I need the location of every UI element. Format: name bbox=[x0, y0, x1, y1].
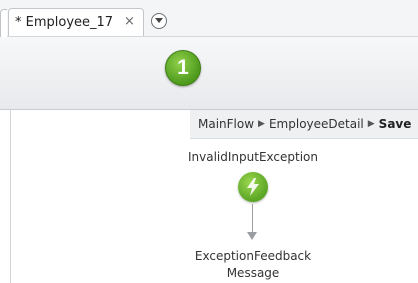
exception-handler-node[interactable] bbox=[238, 172, 268, 202]
breadcrumb-separator-icon: ▶ bbox=[367, 119, 375, 129]
breadcrumb-item-mainflow[interactable]: MainFlow bbox=[198, 110, 254, 138]
step-badge-number: 1 bbox=[177, 56, 189, 79]
tab-close-icon[interactable]: × bbox=[124, 14, 135, 29]
target-node-label[interactable]: ExceptionFeedback Message bbox=[160, 248, 346, 282]
breadcrumb: MainFlow ▶ EmployeeDetail ▶ Save bbox=[190, 110, 418, 139]
lightning-icon bbox=[247, 178, 259, 196]
breadcrumb-item-employeedetail[interactable]: EmployeeDetail bbox=[269, 110, 364, 138]
breadcrumb-separator-icon: ▶ bbox=[258, 119, 265, 129]
tab-title: * Employee_17 bbox=[15, 15, 114, 30]
flow-connector bbox=[252, 204, 253, 234]
breadcrumb-item-save[interactable]: Save bbox=[379, 110, 412, 138]
connector-arrow-icon bbox=[247, 232, 257, 240]
chevron-down-icon bbox=[155, 18, 163, 23]
tab-strip: * Employee_17 × bbox=[0, 0, 418, 37]
tab-employee-17[interactable]: * Employee_17 × bbox=[8, 8, 144, 36]
target-label-line-2: Message bbox=[226, 266, 280, 280]
step-badge: 1 bbox=[165, 50, 201, 86]
tab-strip-edge bbox=[0, 9, 7, 37]
target-label-line-1: ExceptionFeedback bbox=[194, 249, 312, 263]
toolbar bbox=[0, 37, 418, 110]
canvas-left-border bbox=[10, 110, 11, 283]
exception-handler-label: InvalidInputException bbox=[187, 150, 318, 164]
tab-list-dropdown-button[interactable] bbox=[151, 13, 167, 29]
